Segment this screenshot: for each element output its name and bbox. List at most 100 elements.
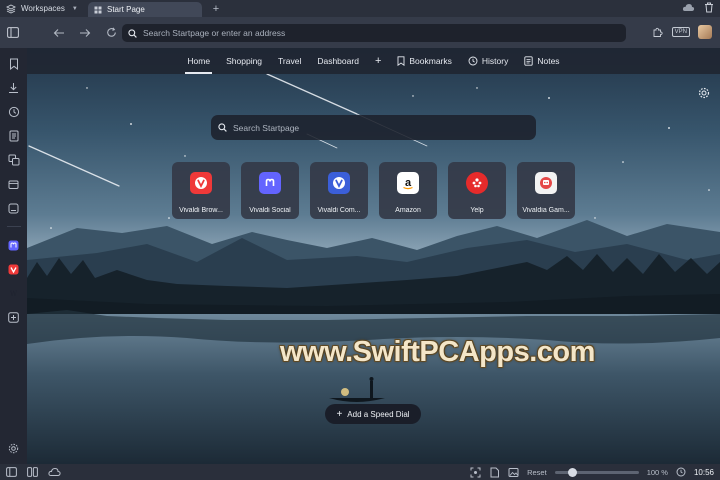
sidebar-item-translate[interactable]: [7, 152, 21, 168]
plus-icon: [8, 311, 19, 323]
tab-notes[interactable]: Notes: [516, 48, 567, 74]
history-icon: [468, 56, 478, 66]
plus-icon: +: [336, 408, 343, 420]
tab-home[interactable]: Home: [179, 48, 218, 74]
workspaces-icon: [6, 3, 16, 14]
panel-toggle-icon: [7, 27, 19, 38]
tab-history-label: History: [481, 56, 509, 66]
vivaldi-community-icon: [328, 172, 350, 194]
sidebar-item-notes[interactable]: [7, 128, 21, 144]
sidebar-item-history[interactable]: [7, 104, 21, 120]
mastodon-icon: [259, 172, 281, 194]
tab-bookmarks-label: Bookmarks: [409, 56, 452, 66]
sidebar-item-mastodon[interactable]: [7, 237, 21, 253]
search-placeholder: Search Startpage: [233, 122, 300, 133]
sidebar-divider: [6, 226, 21, 227]
arrow-right-icon: [80, 28, 91, 37]
cloud-sync-icon[interactable]: [682, 2, 695, 13]
tab-dashboard-label: Dashboard: [317, 56, 359, 66]
speed-dial-label: Vivaldi Com...: [317, 207, 361, 214]
trash-icon[interactable]: [704, 2, 714, 13]
workspaces-button[interactable]: Workspaces ▼: [0, 0, 88, 17]
tab-history[interactable]: History: [460, 48, 516, 74]
workspaces-label: Workspaces: [21, 4, 65, 13]
speed-dial-label: Vivaldia Gam...: [522, 207, 570, 214]
page-actions-icon[interactable]: [489, 467, 500, 478]
start-page-search-field[interactable]: Search Startpage: [211, 115, 536, 140]
capture-icon[interactable]: [470, 467, 481, 478]
new-tab-button[interactable]: +: [206, 3, 226, 15]
start-page-icon: [94, 6, 102, 13]
tab-bar: Workspaces ▼ Start Page +: [0, 0, 720, 17]
address-toolbar: Search Startpage or enter an address VPN: [0, 17, 720, 48]
reload-icon: [106, 27, 116, 37]
search-icon: [128, 28, 137, 38]
speed-dial-vivaldi-community[interactable]: Vivaldi Com...: [310, 162, 368, 219]
amazon-icon: a: [397, 172, 419, 194]
tab-travel[interactable]: Travel: [270, 48, 309, 74]
sidebar-item-wikipedia[interactable]: W: [7, 285, 21, 301]
tile-tabs-icon[interactable]: [27, 467, 38, 477]
speed-dial-vivaldi-browser[interactable]: Vivaldi Brow...: [172, 162, 230, 219]
sidebar-item-bookmarks[interactable]: [7, 56, 21, 72]
add-group-button[interactable]: +: [367, 48, 389, 74]
zoom-level: 100 %: [646, 467, 668, 477]
speed-dial-label: Yelp: [470, 207, 484, 214]
background-landscape: [27, 73, 720, 464]
notes-icon: [9, 130, 18, 142]
reload-button[interactable]: [100, 22, 122, 44]
download-icon: [9, 83, 18, 93]
tab-bookmarks[interactable]: Bookmarks: [389, 48, 460, 74]
tab-shopping-label: Shopping: [226, 56, 263, 66]
history-icon: [8, 106, 19, 118]
bookmark-icon: [397, 56, 405, 66]
vpn-button[interactable]: VPN: [671, 27, 690, 37]
chevron-down-icon: ▼: [71, 5, 78, 12]
speed-dial-vivaldia-game[interactable]: Vivaldia Gam...: [517, 162, 575, 219]
status-bar: Reset 100 % 10:56: [0, 464, 720, 480]
svg-text:a: a: [405, 177, 412, 189]
address-field[interactable]: Search Startpage or enter an address: [122, 24, 626, 42]
translate-icon: [8, 154, 19, 166]
sidebar-item-vivaldi[interactable]: [7, 261, 21, 277]
yelp-icon: [466, 172, 488, 194]
gear-icon: [8, 443, 19, 453]
tab-travel-label: Travel: [278, 56, 302, 66]
side-panel: W: [0, 48, 27, 464]
speed-dial-vivaldi-social[interactable]: Vivaldi Social: [241, 162, 299, 219]
cloud-icon[interactable]: [48, 467, 61, 477]
add-speed-dial-label: Add a Speed Dial: [347, 409, 410, 419]
image-toggle-icon[interactable]: [508, 467, 519, 478]
start-page-settings-button[interactable]: [698, 86, 712, 100]
speed-dial-amazon[interactable]: a Amazon: [379, 162, 437, 219]
zoom-slider-knob[interactable]: [568, 467, 578, 477]
start-page-nav: Home Shopping Travel Dashboard + Bookmar…: [27, 48, 720, 74]
sidebar-item-downloads[interactable]: [7, 80, 21, 96]
extensions-icon[interactable]: [652, 26, 664, 38]
add-speed-dial-button[interactable]: + Add a Speed Dial: [325, 404, 421, 424]
sidebar-item-reader[interactable]: [7, 200, 21, 216]
sidebar-add-panel-button[interactable]: [7, 309, 21, 325]
search-icon: [218, 123, 227, 132]
start-page: Home Shopping Travel Dashboard + Bookmar…: [27, 48, 720, 464]
speed-dial-yelp[interactable]: Yelp: [448, 162, 506, 219]
sidebar-item-mail[interactable]: [7, 176, 21, 192]
panel-toggle-button[interactable]: [0, 17, 26, 48]
zoom-reset-button[interactable]: Reset: [527, 468, 547, 477]
clock-icon: [676, 467, 686, 477]
gear-icon: [698, 87, 710, 99]
forward-button[interactable]: [74, 22, 96, 44]
tab-dashboard[interactable]: Dashboard: [309, 48, 367, 74]
add-group-label: +: [374, 55, 382, 67]
sidebar-settings-button[interactable]: [7, 440, 21, 456]
mastodon-icon: [8, 240, 19, 250]
tab-start-page[interactable]: Start Page: [88, 2, 202, 17]
panel-toggle-icon[interactable]: [6, 467, 17, 477]
status-left-tools: [0, 467, 61, 477]
tab-shopping[interactable]: Shopping: [218, 48, 270, 74]
zoom-slider[interactable]: [554, 467, 639, 477]
back-button[interactable]: [48, 22, 70, 44]
profile-avatar[interactable]: [698, 25, 712, 39]
speed-dial-label: Vivaldi Brow...: [179, 207, 223, 214]
tabbar-right: [682, 2, 714, 13]
